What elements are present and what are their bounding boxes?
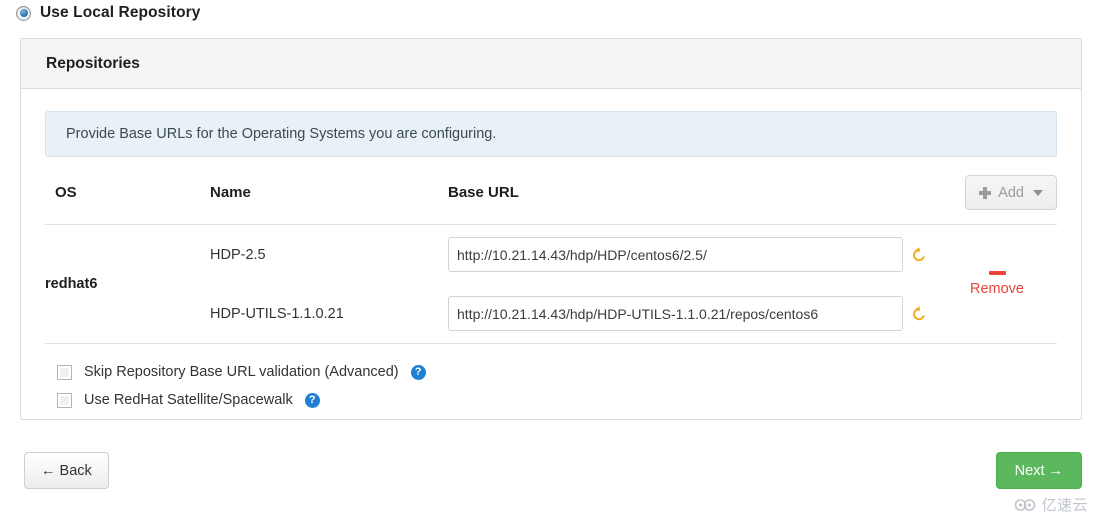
- repo-name-hdp: HDP-2.5: [210, 246, 266, 263]
- base-url-input-hdp-utils[interactable]: [448, 296, 903, 331]
- use-local-repository-option[interactable]: Use Local Repository: [16, 4, 201, 22]
- help-icon-skip-validation[interactable]: ?: [410, 364, 426, 380]
- repositories-table: OS Name Base URL Add redhat6 HDP-2.5 HDP…: [45, 175, 1057, 343]
- watermark-text: 亿速云: [1041, 496, 1088, 514]
- repo-name-hdp-utils: HDP-UTILS-1.1.0.21: [210, 305, 344, 322]
- watermark-logo-icon: [1015, 498, 1036, 511]
- watermark: 亿速云: [1014, 494, 1088, 515]
- remove-cell: Remove: [937, 225, 1057, 344]
- undo-icon-hdp-utils[interactable]: [910, 305, 928, 323]
- table-body: redhat6 HDP-2.5 HDP-UTILS-1.1.0.21 http:…: [45, 224, 1057, 344]
- os-name-cell: redhat6: [45, 276, 98, 292]
- table-header: OS Name Base URL Add: [45, 175, 1057, 225]
- redhat-satellite-row[interactable]: Use RedHat Satellite/Spacewalk ?: [57, 386, 1057, 414]
- skip-validation-checkbox[interactable]: [57, 364, 72, 380]
- repo-url-row-hdp-utils: [448, 284, 937, 343]
- redhat-satellite-label: Use RedHat Satellite/Spacewalk: [84, 392, 293, 408]
- radio-button-selected[interactable]: [16, 5, 31, 21]
- repo-names-cell: HDP-2.5 HDP-UTILS-1.1.0.21: [210, 225, 448, 344]
- info-alert: Provide Base URLs for the Operating Syst…: [45, 111, 1057, 157]
- redhat-satellite-checkbox[interactable]: [57, 392, 72, 408]
- undo-icon-hdp[interactable]: [910, 246, 928, 264]
- repo-urls-cell: [448, 225, 937, 344]
- column-header-actions: Add: [937, 175, 1057, 225]
- options-checkbox-group: Skip Repository Base URL validation (Adv…: [45, 343, 1057, 414]
- use-local-repository-label: Use Local Repository: [40, 4, 201, 21]
- help-icon-redhat-satellite[interactable]: ?: [304, 392, 320, 408]
- next-button[interactable]: Next →: [995, 452, 1082, 489]
- table-row: redhat6 HDP-2.5 HDP-UTILS-1.1.0.21 http:…: [45, 224, 1057, 344]
- info-alert-text: Provide Base URLs for the Operating Syst…: [66, 126, 497, 142]
- repositories-panel: Repositories Provide Base URLs for the O…: [20, 38, 1082, 420]
- remove-repository-button[interactable]: Remove: [937, 271, 1057, 297]
- repository-config-screen: Use Local Repository Repositories Provid…: [0, 0, 1102, 519]
- chevron-down-icon: [1033, 189, 1043, 196]
- plus-icon: [979, 186, 992, 199]
- back-button[interactable]: ← Back: [24, 452, 109, 489]
- remove-button-label: Remove: [970, 281, 1024, 297]
- radio-dot-icon: [19, 9, 28, 17]
- minus-icon: [988, 271, 1006, 275]
- column-header-os: OS: [55, 184, 77, 201]
- add-button-label: Add: [998, 184, 1024, 201]
- repo-url-row-hdp: [448, 225, 937, 284]
- column-header-name: Name: [210, 184, 251, 201]
- column-header-base-url: Base URL: [448, 184, 519, 201]
- add-repository-button[interactable]: Add: [965, 175, 1057, 210]
- base-url-input-hdp[interactable]: [448, 237, 903, 272]
- panel-body: Provide Base URLs for the Operating Syst…: [21, 111, 1081, 414]
- skip-validation-row[interactable]: Skip Repository Base URL validation (Adv…: [57, 358, 1057, 386]
- panel-header: Repositories: [21, 39, 1081, 89]
- panel-title: Repositories: [46, 54, 140, 72]
- skip-validation-label: Skip Repository Base URL validation (Adv…: [84, 364, 399, 380]
